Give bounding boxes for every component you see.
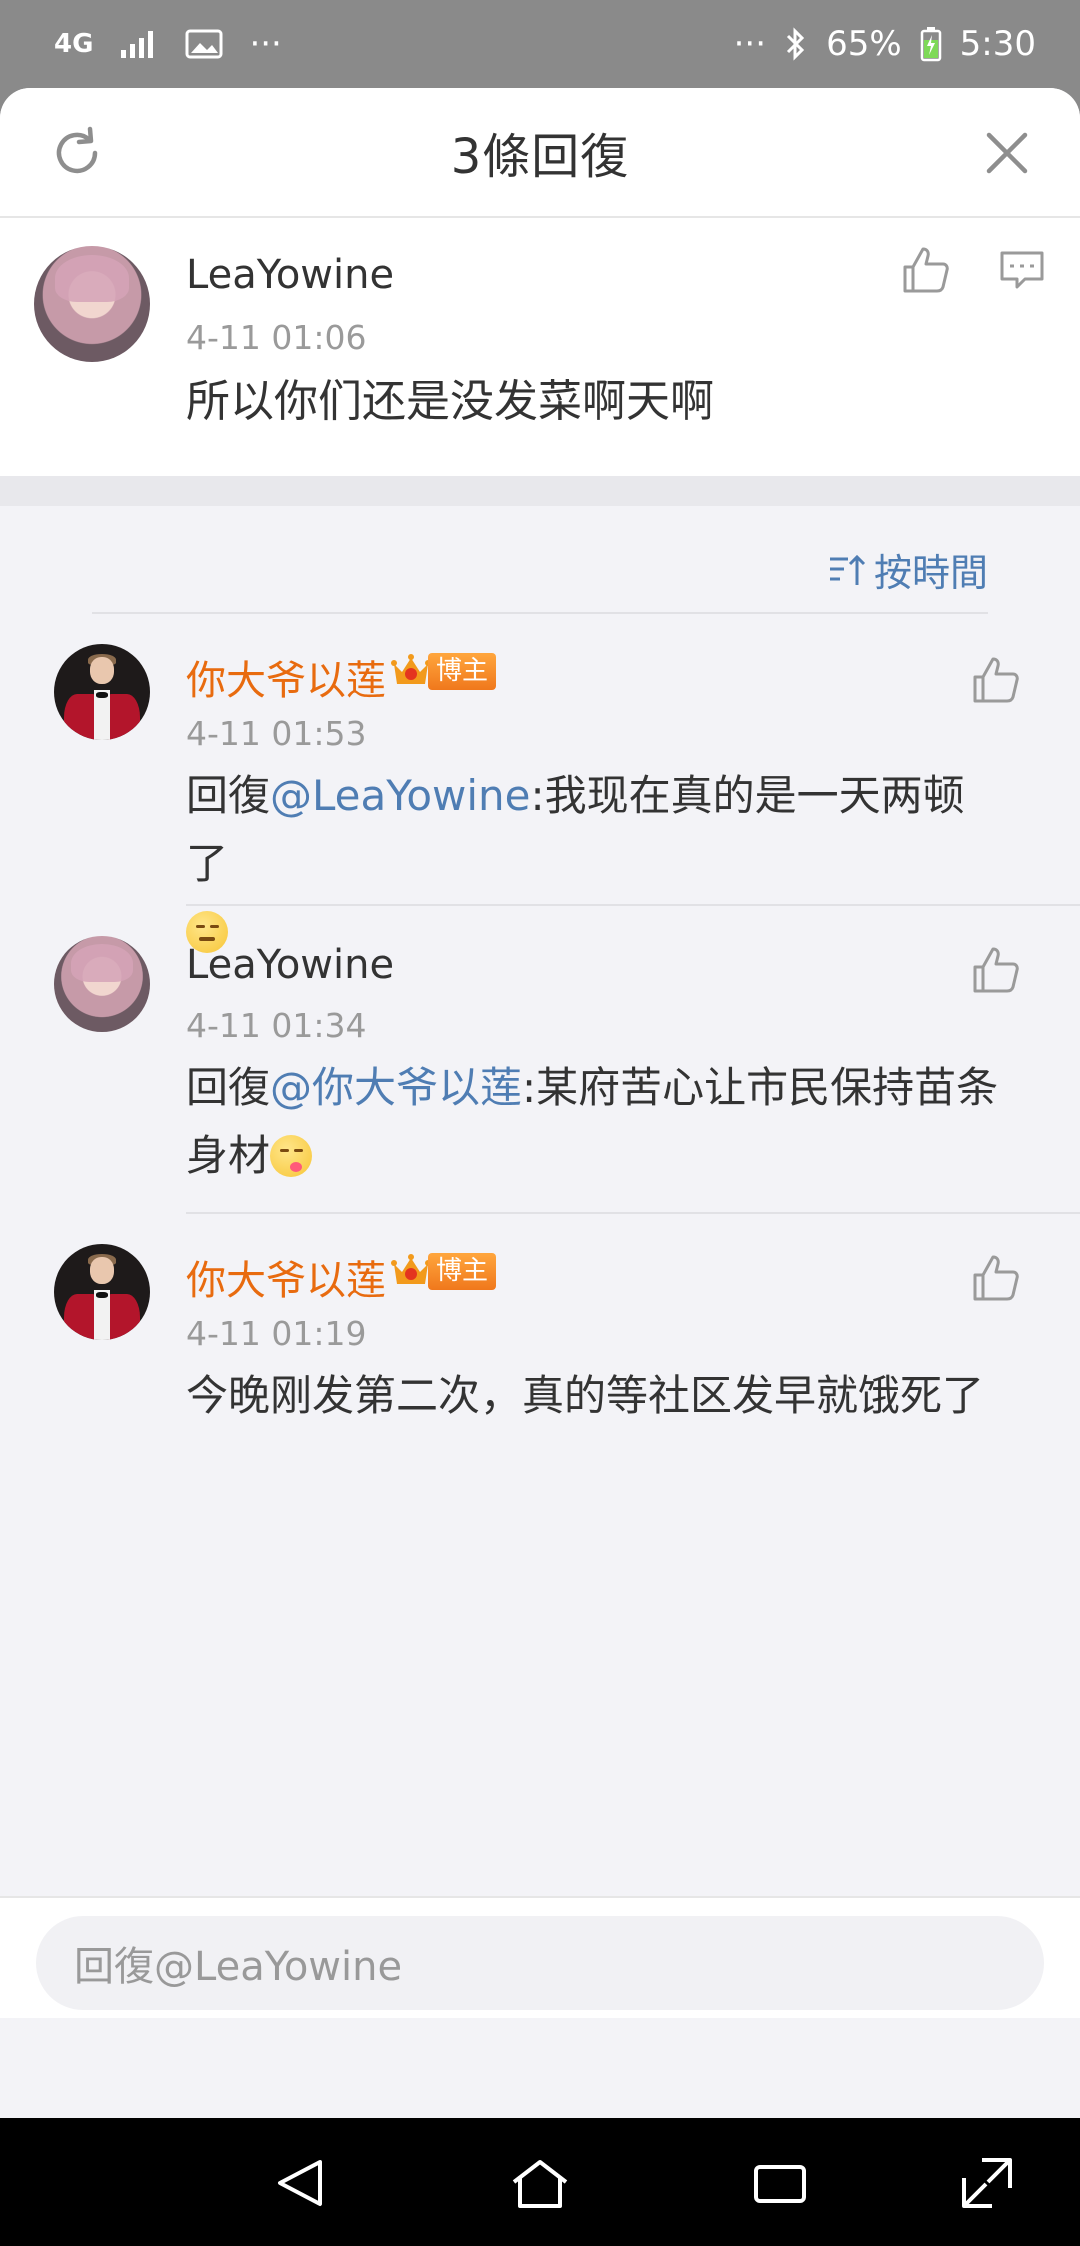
sort-icon (829, 554, 866, 585)
like-button[interactable] (896, 242, 956, 298)
clock: 5:30 (959, 24, 1036, 64)
reply-input-bar: 回復@LeaYowine (0, 1896, 1080, 2018)
thumbs-up-icon (973, 657, 1019, 703)
battery-icon (920, 26, 942, 62)
close-button[interactable] (942, 88, 1072, 218)
sheet-title: 3條回復 (450, 129, 630, 185)
sort-by-time-button[interactable]: 按時間 (828, 542, 988, 597)
reply-list: 按時間 你大爷以莲 博主 4-11 01:53 回復@LeaYowine:我现在… (0, 506, 1080, 1454)
refresh-icon (56, 126, 98, 174)
badge-label: 博主 (428, 652, 497, 690)
reply-text: 今晚刚发第二次，真的等社区发早就饿死了 (186, 1371, 985, 1420)
reply-author[interactable]: 你大爷以莲 (186, 1248, 386, 1306)
main-comment: LeaYowine 4-11 01:06 所以你们还是没发菜啊天啊 (0, 218, 1080, 476)
reply-item: 你大爷以莲 博主 4-11 01:19 今晚刚发第二次，真的等社区发早就饿死了 (0, 1214, 1080, 1454)
reply-item: LeaYowine 4-11 01:34 回復@你大爷以莲:某府苦心让市民保持苗… (0, 906, 1080, 1214)
like-button[interactable] (966, 1250, 1026, 1306)
expand-button[interactable] (952, 2148, 1022, 2218)
comment-text: 所以你们还是没发菜啊天啊 (186, 376, 714, 427)
mention-link[interactable]: @LeaYowine (270, 771, 531, 820)
thumbs-up-icon (973, 1255, 1019, 1301)
more-notifications-icon: ··· (249, 24, 282, 64)
navigation-bar (0, 2118, 1080, 2246)
expand-icon (962, 2158, 1012, 2208)
avatar[interactable] (34, 246, 150, 362)
blogger-badge: 博主 (390, 650, 497, 692)
divider (0, 476, 1080, 506)
home-button[interactable] (505, 2148, 575, 2218)
like-button[interactable] (966, 942, 1026, 998)
replies-sheet: 3條回復 LeaYowine 4-11 01:06 所以你们还是没发菜啊天啊 按… (0, 88, 1080, 2118)
comment-time: 4-11 01:06 (186, 318, 367, 357)
avatar[interactable] (54, 936, 150, 1032)
network-4g-icon: 4G (54, 29, 94, 59)
reply-item: 你大爷以莲 博主 4-11 01:53 回復@LeaYowine:我现在真的是一… (0, 614, 1080, 953)
reply-time: 4-11 01:53 (186, 714, 367, 753)
mention-link[interactable]: @你大爷以莲 (270, 1063, 522, 1112)
home-icon (512, 2160, 568, 2208)
status-bar: 4G ··· ··· 65% 5:30 (0, 0, 1080, 88)
like-button[interactable] (966, 652, 1026, 708)
reply-text: 回復@你大爷以莲:某府苦心让市民保持苗条 身材 (186, 1063, 999, 1180)
badge-label: 博主 (428, 1252, 497, 1290)
thumbs-up-icon (903, 247, 949, 293)
recents-icon (754, 2165, 806, 2203)
more-status-icon: ··· (733, 24, 767, 64)
battery-percent: 65% (826, 24, 902, 64)
crown-icon (391, 1254, 431, 1284)
sort-label: 按時間 (873, 551, 988, 595)
reply-author[interactable]: 你大爷以莲 (186, 648, 386, 706)
reply-author[interactable]: LeaYowine (186, 942, 394, 988)
thumbs-up-icon (973, 947, 1019, 993)
crown-icon (391, 654, 431, 684)
close-icon (986, 132, 1028, 174)
sheet-header: 3條回復 (0, 88, 1080, 218)
bluetooth-icon (784, 26, 808, 62)
avatar[interactable] (54, 1244, 150, 1340)
yum-emoji-icon (270, 1134, 313, 1177)
back-button[interactable] (266, 2148, 336, 2218)
blogger-badge: 博主 (390, 1250, 497, 1292)
comment-icon (1000, 251, 1044, 289)
recents-button[interactable] (745, 2148, 815, 2218)
back-icon (278, 2160, 322, 2206)
reply-time: 4-11 01:19 (186, 1314, 367, 1353)
reply-button[interactable] (994, 242, 1050, 298)
signal-icon (119, 28, 159, 60)
reply-time: 4-11 01:34 (186, 1006, 367, 1045)
avatar[interactable] (54, 644, 150, 740)
image-notification-icon (185, 29, 223, 59)
sort-row: 按時間 (92, 506, 988, 614)
reply-input[interactable]: 回復@LeaYowine (36, 1916, 1044, 2010)
comment-author[interactable]: LeaYowine (186, 252, 394, 298)
refresh-button[interactable] (12, 88, 142, 218)
